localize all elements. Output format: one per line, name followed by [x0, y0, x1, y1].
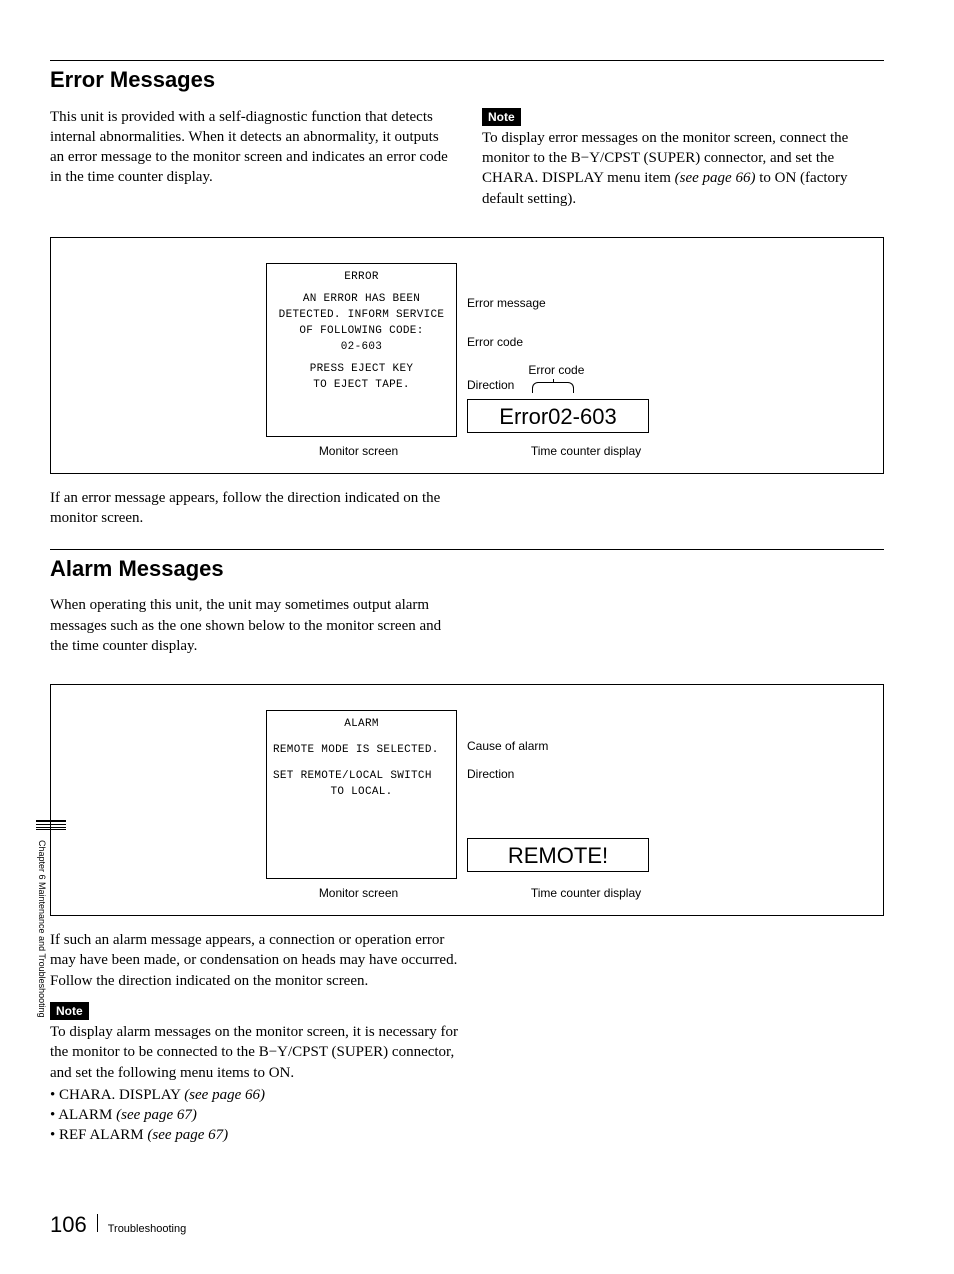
footer-section-name: Troubleshooting [108, 1222, 186, 1237]
bullet-alarm: ALARM (see page 67) [50, 1105, 467, 1125]
alarm-intro-text: When operating this unit, the unit may s… [50, 595, 452, 656]
note-badge-2: Note [50, 1002, 89, 1020]
side-chapter-text: Chapter 6 Maintenance and Troubleshootin… [36, 840, 48, 1018]
alarm-outro-text: If such an alarm message appears, a conn… [50, 930, 467, 991]
alarm-counter-display: REMOTE! [467, 838, 649, 872]
annot-error-code2: Error code [528, 363, 584, 377]
error-monitor-screen: ERROR AN ERROR HAS BEEN DETECTED. INFORM… [266, 263, 457, 437]
label-monitor-screen-2: Monitor screen [266, 885, 451, 901]
brace-icon [532, 382, 574, 393]
alarm-annotations: Cause of alarm Direction REMOTE! [457, 710, 823, 879]
page-number: 106 [50, 1210, 87, 1240]
label-time-counter: Time counter display [496, 443, 676, 459]
error-figure: ERROR AN ERROR HAS BEEN DETECTED. INFORM… [50, 237, 884, 474]
footer-separator-icon [97, 1214, 98, 1232]
note-badge: Note [482, 108, 521, 126]
error-note-text: To display error messages on the monitor… [482, 128, 884, 209]
error-messages-heading: Error Messages [50, 60, 884, 95]
alarm-figure: ALARM REMOTE MODE IS SELECTED. SET REMOT… [50, 684, 884, 916]
annot-error-message: Error message [467, 295, 823, 311]
page-footer: 106 Troubleshooting [50, 1210, 186, 1240]
error-intro-text: This unit is provided with a self-diagno… [50, 107, 452, 188]
annot-error-code: Error code [467, 334, 823, 350]
side-tab: Chapter 6 Maintenance and Troubleshootin… [36, 820, 48, 870]
alarm-monitor-screen: ALARM REMOTE MODE IS SELECTED. SET REMOT… [266, 710, 457, 879]
annot-alarm-direction: Direction [467, 766, 823, 782]
annot-direction: Direction [467, 377, 514, 393]
label-monitor-screen: Monitor screen [266, 443, 451, 459]
alarm-note-text: To display alarm messages on the monitor… [50, 1022, 467, 1083]
error-counter-display: Error02-603 [467, 399, 649, 433]
error-annotations: Error message Error code Direction Error… [457, 263, 823, 437]
bullet-ref-alarm: REF ALARM (see page 67) [50, 1125, 467, 1145]
error-outro-text: If an error message appears, follow the … [50, 488, 450, 529]
label-time-counter-2: Time counter display [496, 885, 676, 901]
alarm-note-bullets: CHARA. DISPLAY (see page 66) ALARM (see … [50, 1085, 467, 1146]
alarm-messages-heading: Alarm Messages [50, 549, 884, 584]
bullet-chara-display: CHARA. DISPLAY (see page 66) [50, 1085, 467, 1105]
annot-cause: Cause of alarm [467, 738, 823, 754]
